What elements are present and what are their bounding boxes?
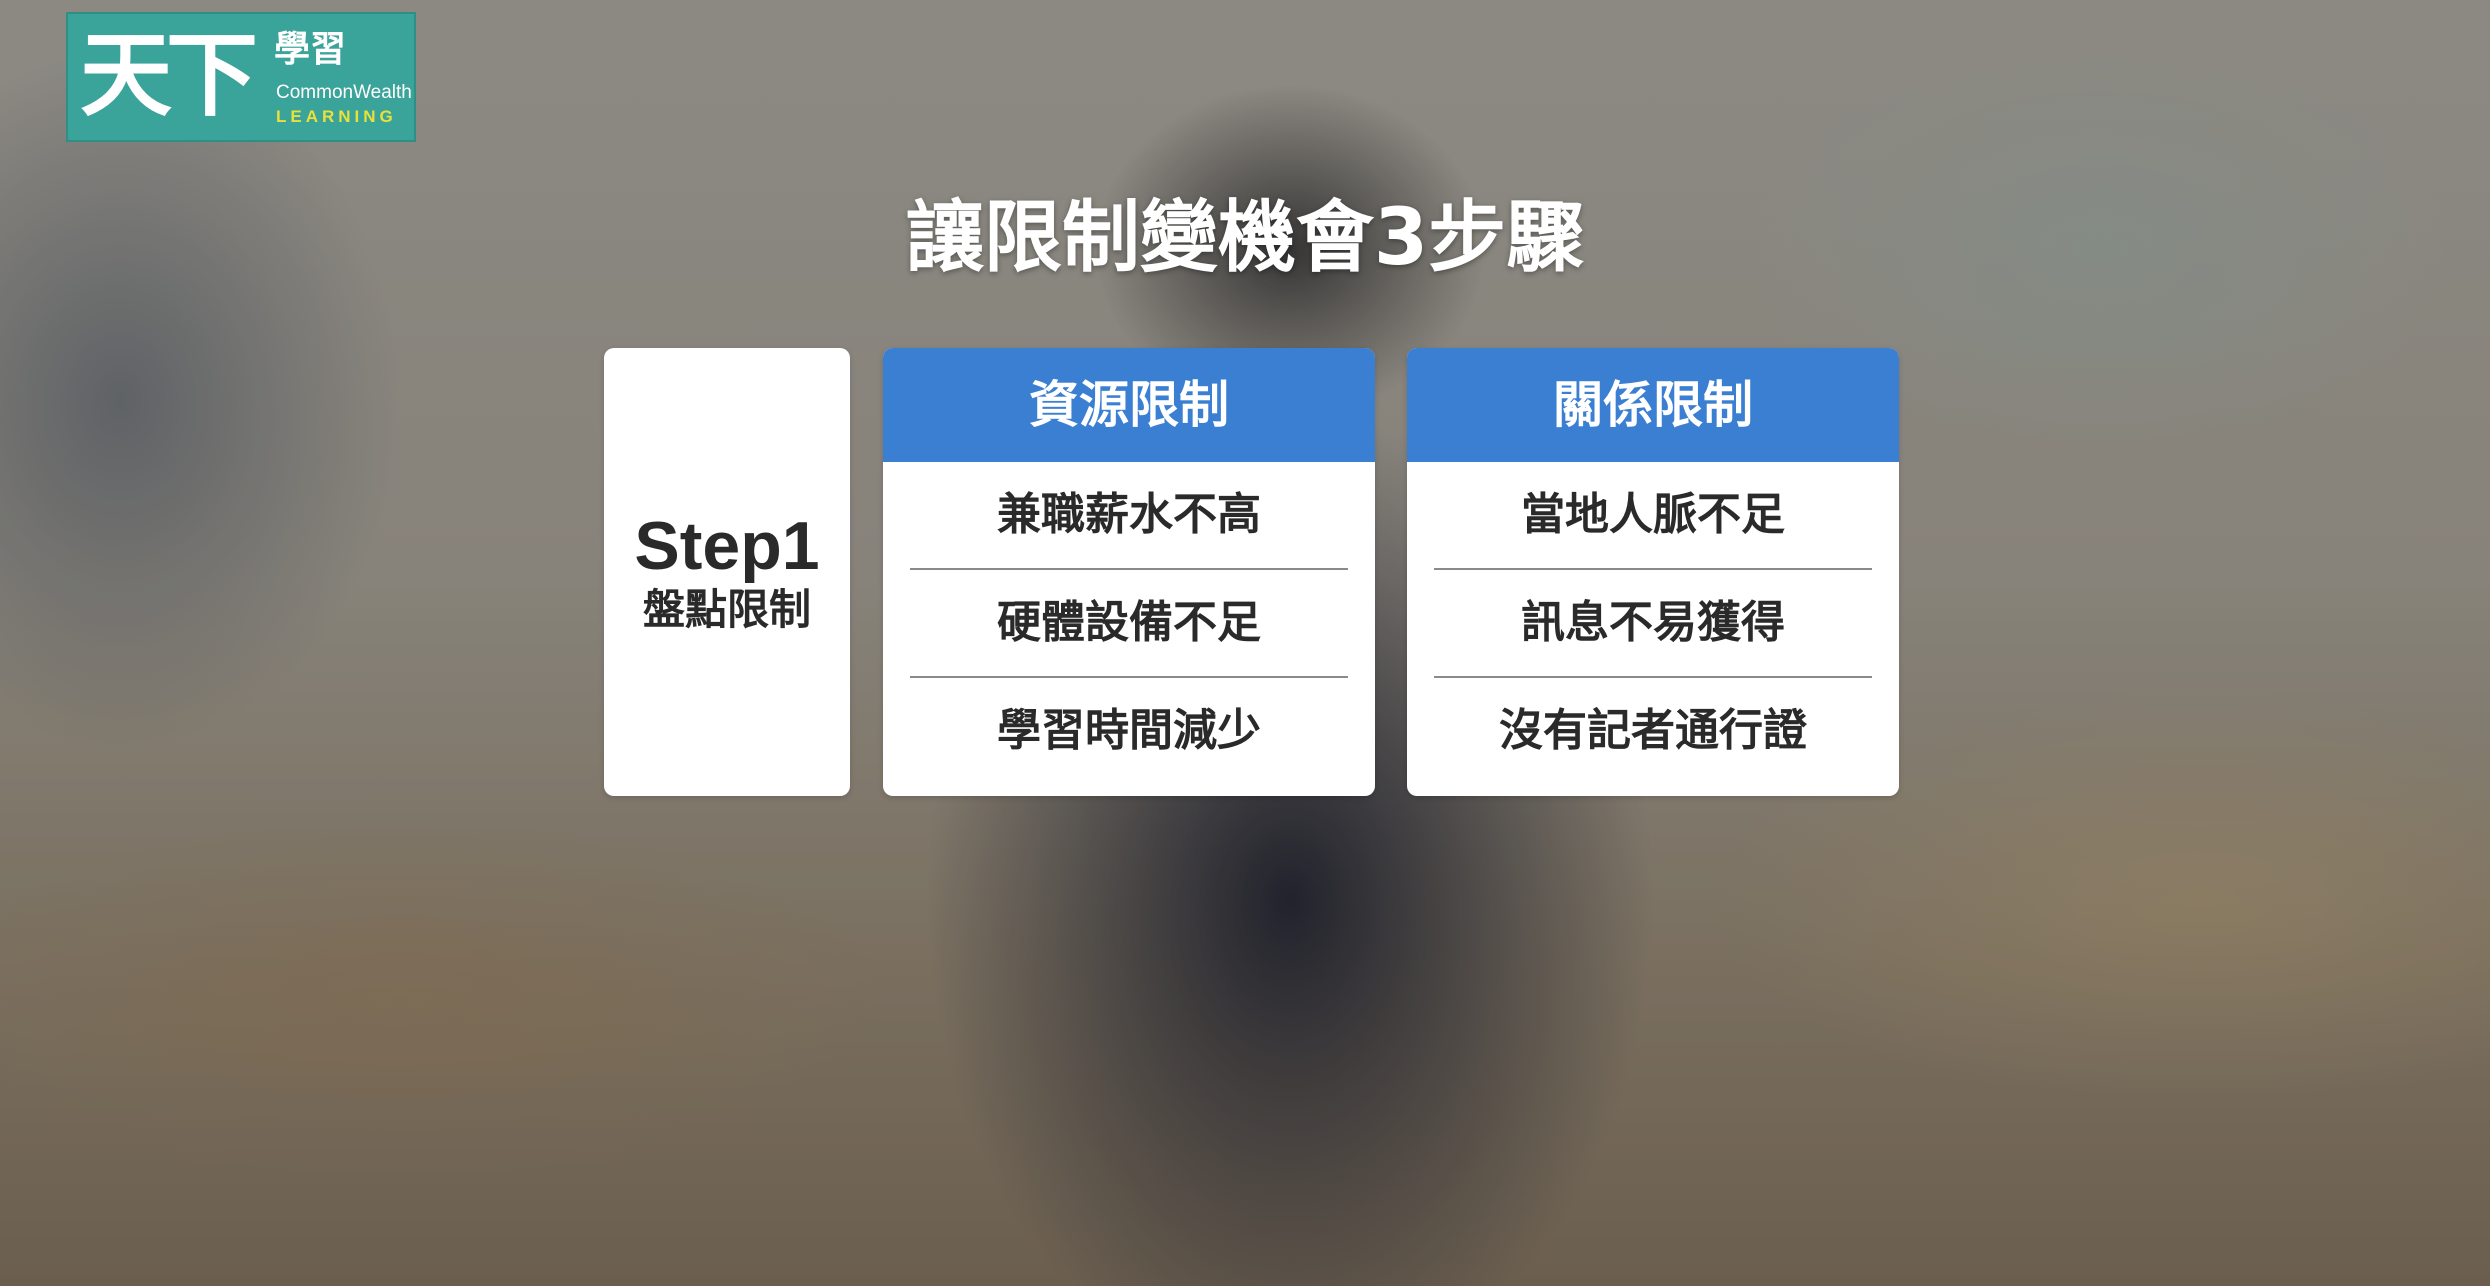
list-item: 硬體設備不足 <box>910 570 1348 678</box>
list-item: 訊息不易獲得 <box>1434 570 1872 678</box>
list-item: 當地人脈不足 <box>1434 462 1872 570</box>
category-header: 關係限制 <box>1407 348 1899 462</box>
logo-english-line1: CommonWealth <box>276 82 412 103</box>
logo-english-line2: LEARNING <box>276 107 397 126</box>
slide-title: 讓限制變機會3步驟 <box>905 193 1585 283</box>
category-list: 兼職薪水不高 硬體設備不足 學習時間減少 <box>883 462 1375 784</box>
category-header: 資源限制 <box>883 348 1375 462</box>
list-item: 學習時間減少 <box>997 705 1261 756</box>
list-item: 兼職薪水不高 <box>910 462 1348 570</box>
step-number: Step1 <box>634 508 820 584</box>
category-card-resource: 資源限制 兼職薪水不高 硬體設備不足 學習時間減少 <box>883 348 1375 796</box>
logo-main-text: 天下 <box>80 21 258 129</box>
category-list: 當地人脈不足 訊息不易獲得 沒有記者通行證 <box>1407 462 1899 784</box>
logo-sub-text: 學習 <box>274 29 347 70</box>
commonwealth-learning-logo: 天下 學習 CommonWealth LEARNING <box>66 12 416 142</box>
category-card-relationship: 關係限制 當地人脈不足 訊息不易獲得 沒有記者通行證 <box>1407 348 1899 796</box>
step-label: 盤點限制 <box>642 585 811 634</box>
list-item: 沒有記者通行證 <box>1499 705 1807 756</box>
step-card: Step1 盤點限制 <box>604 348 850 796</box>
